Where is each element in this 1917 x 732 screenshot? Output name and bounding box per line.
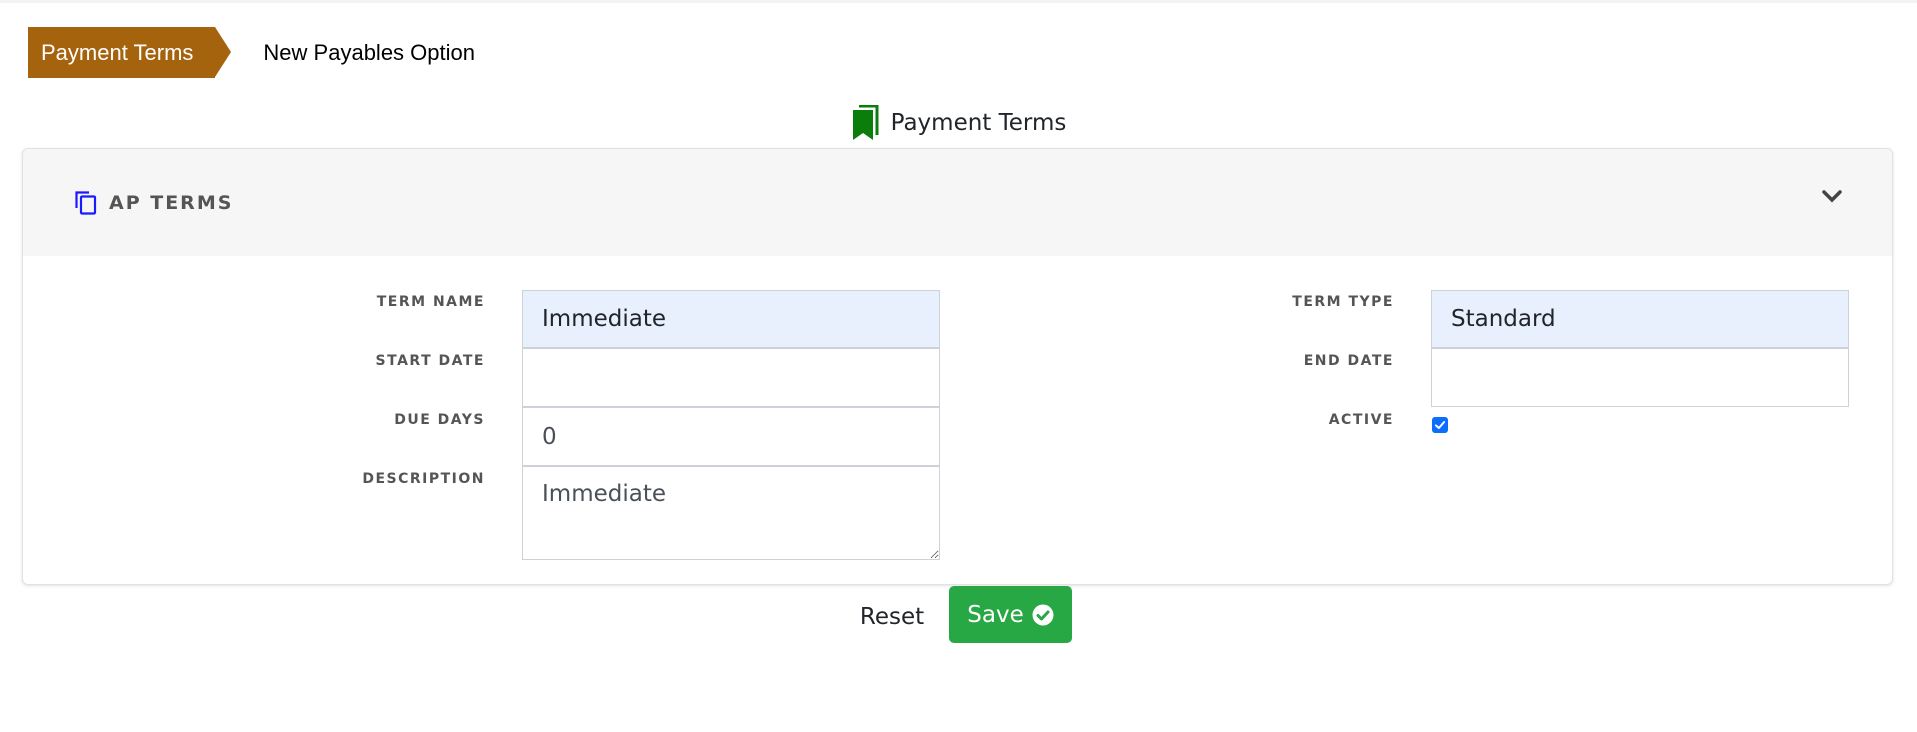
save-button[interactable]: Save — [949, 586, 1072, 643]
active-checkbox[interactable] — [1432, 417, 1448, 433]
description-label: DESCRIPTION — [362, 471, 485, 487]
ap-terms-card: AP TERMS TERM NAME START DATE DUE DAYS D… — [22, 148, 1893, 585]
breadcrumb-item-payment-terms[interactable]: Payment Terms — [28, 27, 232, 78]
checkmark-icon — [1434, 421, 1446, 429]
bookmarks-icon — [852, 105, 879, 140]
check-circle-icon — [1032, 604, 1054, 625]
start-date-input[interactable] — [522, 348, 940, 407]
term-name-label: TERM NAME — [376, 294, 485, 310]
page-title-text: Payment Terms — [890, 110, 1067, 136]
start-date-label: START DATE — [375, 353, 485, 369]
description-textarea[interactable]: Immediate — [522, 466, 940, 560]
save-button-label: Save — [967, 601, 1024, 628]
copy-icon — [75, 190, 97, 215]
section-title: AP TERMS — [109, 191, 234, 214]
breadcrumb-item-new-payables-option: New Payables Option — [263, 39, 475, 65]
due-days-label: DUE DAYS — [394, 412, 485, 428]
term-type-label: TERM TYPE — [1292, 294, 1394, 310]
breadcrumb: Payment Terms New Payables Option — [28, 27, 475, 78]
ap-terms-header[interactable]: AP TERMS — [23, 149, 1892, 256]
chevron-down-icon[interactable] — [1822, 189, 1842, 203]
end-date-input[interactable] — [1431, 348, 1849, 407]
term-type-input[interactable] — [1431, 290, 1849, 348]
end-date-label: END DATE — [1303, 353, 1394, 369]
due-days-input[interactable] — [522, 407, 940, 466]
top-divider — [0, 0, 1917, 3]
page-title: Payment Terms — [0, 104, 1917, 142]
active-label: ACTIVE — [1328, 412, 1394, 428]
reset-button[interactable]: Reset — [852, 591, 932, 643]
term-name-input[interactable] — [522, 290, 940, 348]
